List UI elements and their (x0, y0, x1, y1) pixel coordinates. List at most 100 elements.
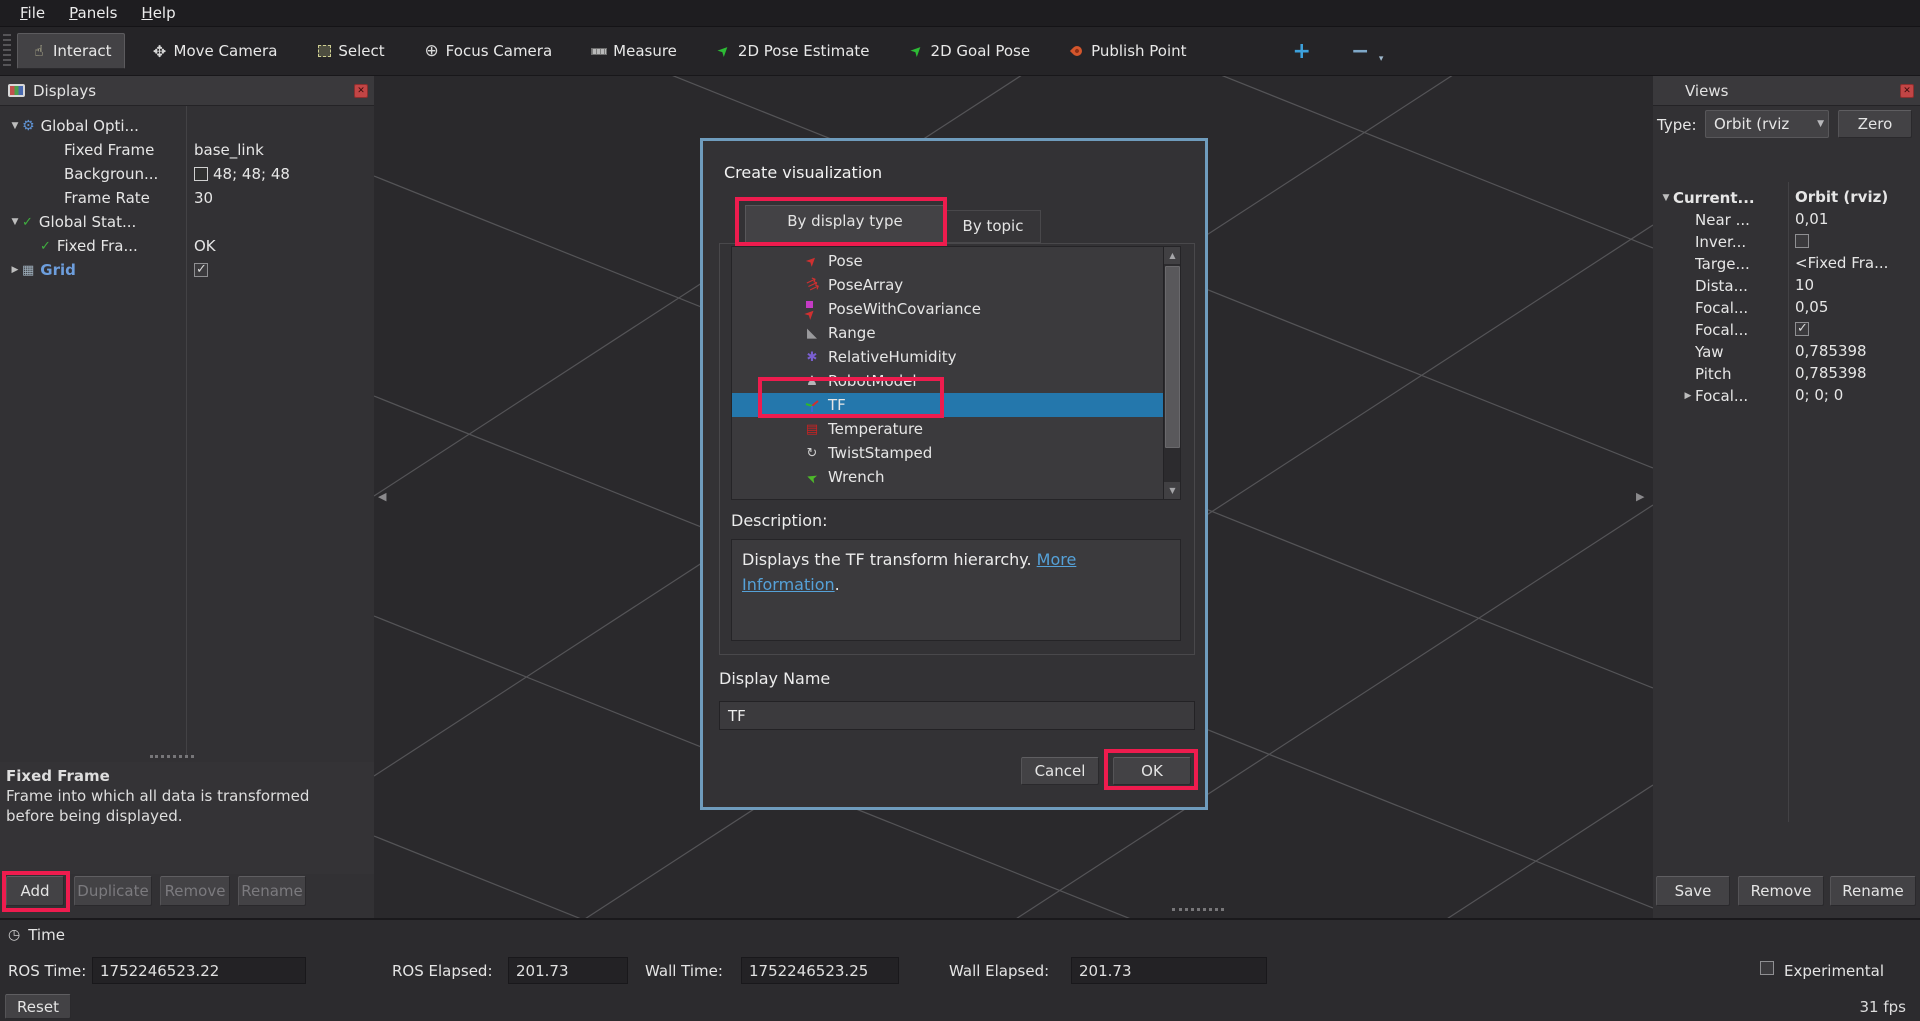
tool-move-camera[interactable]: ✥ Move Camera (139, 34, 290, 68)
tool-select[interactable]: Select (303, 34, 396, 68)
remove-display-button[interactable]: Remove (160, 876, 230, 906)
save-view-button[interactable]: Save (1656, 876, 1730, 906)
views-row-invert-z[interactable]: Inver... (1653, 230, 1788, 254)
tree-row-fixed-frame[interactable]: Fixed Frame (0, 138, 186, 162)
yaw-value[interactable]: 0,785398 (1795, 340, 1867, 362)
list-item-twiststamped[interactable]: ↻ TwistStamped (732, 441, 1180, 465)
cancel-button[interactable]: Cancel (1021, 757, 1099, 785)
chevron-right-icon[interactable]: ▶ (1681, 391, 1695, 401)
tree-row-background-color[interactable]: Backgroun... (0, 162, 186, 186)
tab-by-display-type[interactable]: By display type (745, 205, 945, 243)
list-item-pose[interactable]: ➤ Pose (732, 249, 1180, 273)
chevron-down-icon[interactable]: ▼ (8, 217, 22, 227)
wall-elapsed-field[interactable]: 201.73 (1071, 957, 1267, 984)
display-type-list[interactable]: ➤ Pose ⇶ PoseArray ➤ PoseWithCovariance … (731, 246, 1181, 500)
focal-point-value[interactable]: 0; 0; 0 (1795, 384, 1843, 406)
display-name-input[interactable]: TF (719, 701, 1195, 730)
near-clip-value[interactable]: 0,01 (1795, 208, 1828, 230)
list-item-robotmodel[interactable]: ♟ RobotModel (732, 369, 1180, 393)
list-item-tf[interactable]: TF (732, 393, 1180, 417)
viewport-bottom-splitter[interactable] (1172, 908, 1224, 911)
views-row-pitch[interactable]: Pitch (1653, 362, 1788, 386)
menu-help[interactable]: Help (131, 2, 185, 24)
duplicate-display-button[interactable]: Duplicate (74, 876, 152, 906)
chevron-down-icon[interactable]: ▼ (1659, 193, 1673, 203)
zero-button[interactable]: Zero (1838, 110, 1912, 138)
views-row-target-frame[interactable]: Targe... (1653, 252, 1788, 276)
tree-row-frame-rate[interactable]: Frame Rate (0, 186, 186, 210)
views-row-near-clip[interactable]: Near ... (1653, 208, 1788, 232)
toolbar-grip[interactable] (3, 34, 11, 68)
experimental-checkbox[interactable] (1760, 961, 1774, 975)
tool-focus-camera[interactable]: ⊕ Focus Camera (411, 34, 564, 68)
fixed-frame-value[interactable]: base_link (194, 138, 264, 162)
list-scrollbar[interactable]: ▲ ▼ (1163, 247, 1180, 499)
checkbox-checked[interactable] (194, 263, 208, 277)
list-item-range[interactable]: ◣ Range (732, 321, 1180, 345)
scroll-down-icon[interactable]: ▼ (1164, 482, 1181, 499)
views-row-yaw[interactable]: Yaw (1653, 340, 1788, 364)
views-row-focal-point[interactable]: ▶ Focal... (1653, 384, 1788, 408)
close-icon[interactable]: ✕ (354, 84, 368, 98)
views-row-focal-shape-size[interactable]: Focal... (1653, 296, 1788, 320)
views-row-current-view[interactable]: ▼ Current... (1653, 186, 1788, 210)
remove-view-button[interactable]: Remove (1738, 876, 1824, 906)
focal-shape-fixed-value[interactable] (1795, 318, 1809, 340)
tool-2d-goal-pose[interactable]: ➤ 2D Goal Pose (896, 34, 1043, 68)
tree-row-global-status[interactable]: ▼ ✓ Global Stat... (0, 210, 374, 234)
column-divider[interactable] (186, 106, 187, 756)
pitch-value[interactable]: 0,785398 (1795, 362, 1867, 384)
distance-value[interactable]: 10 (1795, 274, 1814, 296)
list-item-posearray[interactable]: ⇶ PoseArray (732, 273, 1180, 297)
add-tool-button[interactable]: + (1283, 37, 1321, 66)
views-row-distance[interactable]: Dista... (1653, 274, 1788, 298)
time-panel-header[interactable]: ◷ Time (8, 926, 65, 944)
list-item-relativehumidity[interactable]: ✱ RelativeHumidity (732, 345, 1180, 369)
add-display-button[interactable]: Add (6, 876, 64, 906)
target-frame-value[interactable]: <Fixed Fra... (1795, 252, 1888, 274)
tool-measure[interactable]: Measure (578, 34, 689, 68)
tab-by-topic[interactable]: By topic (945, 210, 1041, 243)
tool-interact[interactable]: ☝ Interact (17, 33, 125, 69)
list-item-temperature[interactable]: ▤ Temperature (732, 417, 1180, 441)
grid-enabled-value[interactable] (194, 258, 208, 282)
tree-row-global-options[interactable]: ▼ ⚙ Global Opti... (0, 114, 374, 138)
tool-publish-point[interactable]: Publish Point (1056, 34, 1198, 68)
list-item-wrench[interactable]: ➤ Wrench (732, 465, 1180, 489)
chevron-right-icon[interactable]: ▶ (8, 265, 22, 275)
wall-time-field[interactable]: 1752246523.25 (741, 957, 899, 984)
invert-z-value[interactable] (1795, 230, 1809, 252)
frame-rate-value[interactable]: 30 (194, 186, 213, 210)
background-color-value[interactable]: 48; 48; 48 (194, 162, 290, 186)
rename-display-button[interactable]: Rename (238, 876, 306, 906)
displays-panel-header[interactable]: Displays ✕ (0, 76, 374, 106)
tool-label: Measure (613, 42, 677, 60)
views-row-focal-shape-fixed[interactable]: Focal... (1653, 318, 1788, 342)
close-icon[interactable]: ✕ (1900, 84, 1914, 98)
checkbox-unchecked[interactable] (1795, 234, 1809, 248)
menu-panels[interactable]: Panels (59, 2, 127, 24)
reset-button[interactable]: Reset (5, 994, 71, 1019)
view-type-combo[interactable]: Orbit (rviz ▼ (1705, 110, 1829, 138)
remove-tool-button[interactable]: − ▾ (1343, 37, 1377, 66)
menu-file[interactable]: File (10, 2, 55, 24)
tree-row-fixed-frame-status[interactable]: ✓ Fixed Fra... (0, 234, 186, 258)
collapse-right-panel-arrow[interactable]: ▶ (1636, 490, 1644, 503)
focal-shape-size-value[interactable]: 0,05 (1795, 296, 1828, 318)
column-divider[interactable] (1788, 182, 1789, 822)
ok-button[interactable]: OK (1113, 757, 1191, 785)
ros-elapsed-field[interactable]: 201.73 (508, 957, 628, 984)
collapse-left-panel-arrow[interactable]: ◀ (378, 490, 386, 503)
scrollbar-thumb[interactable] (1165, 266, 1180, 448)
tool-2d-pose-estimate[interactable]: ➤ 2D Pose Estimate (703, 34, 882, 68)
chevron-down-icon[interactable]: ▼ (8, 121, 22, 131)
checkbox-checked[interactable] (1795, 322, 1809, 336)
displays-splitter[interactable] (150, 755, 194, 758)
rename-view-button[interactable]: Rename (1830, 876, 1916, 906)
ros-time-field[interactable]: 1752246523.22 (92, 957, 306, 984)
row-label: Fixed Frame (64, 141, 154, 159)
views-panel-header[interactable]: Views ✕ (1653, 76, 1920, 106)
scroll-up-icon[interactable]: ▲ (1164, 247, 1181, 264)
tree-row-grid[interactable]: ▶ ▦ Grid (0, 258, 186, 282)
list-item-posewithcovariance[interactable]: ➤ PoseWithCovariance (732, 297, 1180, 321)
